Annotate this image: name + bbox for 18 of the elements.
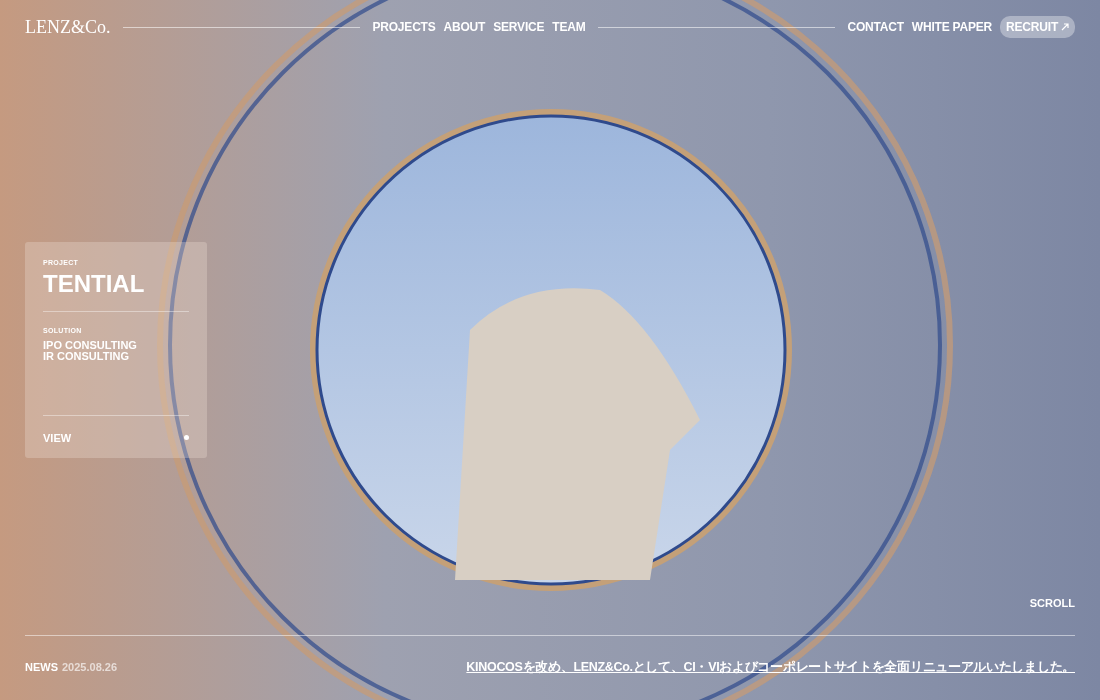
- news-label: NEWS: [25, 659, 58, 675]
- scroll-label: SCROLL: [1029, 595, 1075, 611]
- project-title: TENTIAL: [43, 270, 146, 297]
- nav-link[interactable]: PROJECTS: [372, 18, 436, 36]
- logo[interactable]: LENZ&Co.: [25, 13, 111, 41]
- news-headline-link[interactable]: KINOCOSを改め、LENZ&Co.として、CI・VIおよびコーポレートサイトを全面リニューアルいたしました。: [466, 657, 1075, 677]
- solution-item: IPO CONSULTING: [43, 340, 138, 352]
- nav-link[interactable]: WHITE PAPER: [911, 18, 993, 36]
- news-date: 2025.08.26: [62, 659, 118, 675]
- recruit-button[interactable]: RECRUIT: [1000, 16, 1075, 38]
- nav-link[interactable]: CONTACT: [847, 18, 904, 36]
- nav-link[interactable]: ABOUT: [443, 18, 486, 36]
- nav-link[interactable]: SERVICE: [493, 18, 545, 36]
- solution-item: IR CONSULTING: [43, 351, 130, 363]
- nav-link[interactable]: TEAM: [552, 18, 586, 36]
- arrow-icon: [1061, 23, 1069, 31]
- view-link[interactable]: VIEW: [43, 429, 72, 446]
- dot-icon: [184, 435, 189, 441]
